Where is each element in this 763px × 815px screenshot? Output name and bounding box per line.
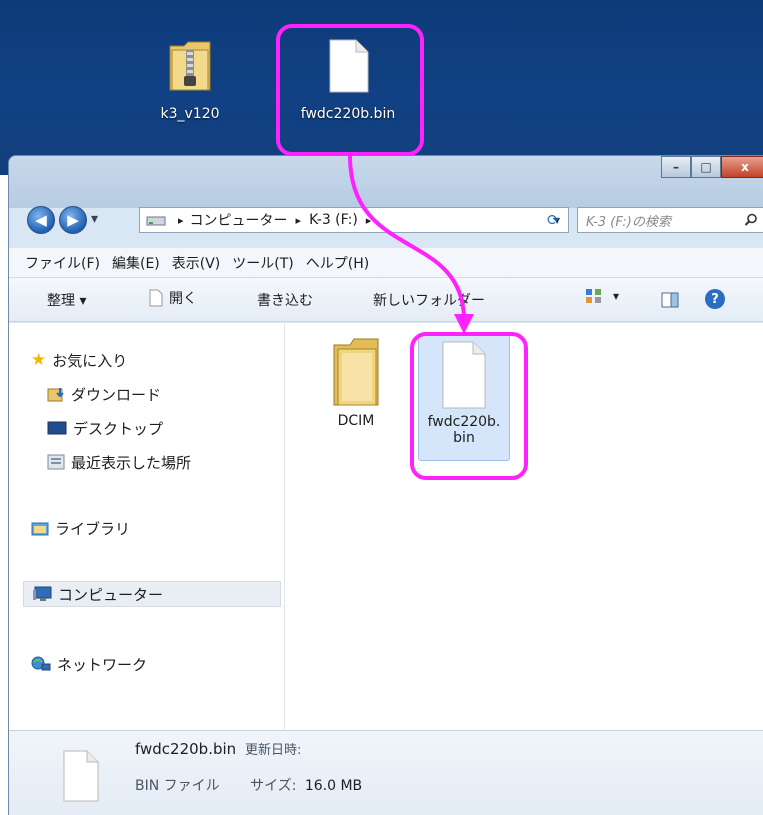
search-icon <box>744 213 757 226</box>
computer-icon <box>33 586 52 601</box>
desktop-icon <box>47 421 67 435</box>
nav-label: 最近表示した場所 <box>71 453 192 472</box>
file-icon <box>63 750 99 802</box>
breadcrumb-separator: ▸ <box>178 213 184 227</box>
details-size-label: サイズ: <box>250 778 297 794</box>
window-frame <box>9 156 763 208</box>
drive-icon <box>146 216 166 226</box>
nav-libraries[interactable]: ライブラリ <box>31 515 130 541</box>
navigation-bar: ◀ ▶ ▾ ▸ コンピューター ▸ K-3 (F:) ▸ ▾ ⟳ K-3 (F:… <box>9 202 763 238</box>
search-placeholder: K-3 (F:)の検索 <box>586 214 671 230</box>
breadcrumb-separator: ▸ <box>295 213 302 227</box>
file-item-dcim[interactable]: DCIM <box>310 333 402 443</box>
menu-edit[interactable]: 編集(E) <box>112 253 160 273</box>
explorer-window: – □ x ◀ ▶ ▾ ▸ コンピューター ▸ K-3 (F:) ▸ ▾ ⟳ K… <box>8 155 763 815</box>
maximize-button[interactable]: □ <box>691 156 721 178</box>
nav-label: ダウンロード <box>71 385 162 404</box>
menu-view[interactable]: 表示(V) <box>172 253 221 273</box>
menu-tools[interactable]: ツール(T) <box>232 253 293 273</box>
file-name-line-2: bin <box>453 430 475 446</box>
address-bar[interactable]: ▸ コンピューター ▸ K-3 (F:) ▸ ▾ <box>139 207 569 233</box>
breadcrumb-separator: ▸ <box>365 213 372 227</box>
nav-label: ライブラリ <box>55 519 131 538</box>
nav-computer[interactable]: コンピューター <box>23 581 281 607</box>
nav-favorites[interactable]: ★ お気に入り <box>31 347 127 373</box>
file-list: DCIM fwdc220b. bin <box>286 323 763 730</box>
open-button-label: 開く <box>169 291 197 307</box>
nav-label: デスクトップ <box>73 419 164 438</box>
file-icon <box>442 341 486 409</box>
breadcrumb-computer[interactable]: コンピューター <box>190 210 288 230</box>
command-bar: 整理 ▾ 開く 書き込む 新しいフォルダー ▾ ? <box>9 278 763 322</box>
nav-desktop[interactable]: デスクトップ <box>47 415 163 441</box>
nav-downloads[interactable]: ダウンロード <box>47 381 161 407</box>
nav-network[interactable]: ネットワーク <box>31 651 147 677</box>
network-icon <box>31 656 51 671</box>
open-button[interactable]: 開く <box>149 288 197 308</box>
library-icon <box>31 522 49 536</box>
nav-label: ネットワーク <box>57 655 148 674</box>
desktop-icon-k3-v120[interactable]: k3_v120 <box>120 38 260 122</box>
window-controls: – □ x <box>661 156 763 178</box>
download-folder-icon <box>47 388 64 402</box>
view-dropdown-icon: ▾ <box>613 289 620 303</box>
desktop-icon-fwdc220b-bin[interactable]: fwdc220b.bin <box>278 38 418 122</box>
close-button[interactable]: x <box>721 156 763 178</box>
breadcrumb-drive[interactable]: K-3 (F:) <box>309 212 358 228</box>
recent-places-icon <box>47 454 65 470</box>
content-area: ★ お気に入り ダウンロード デスクトップ 最近表示した場所 ライブラリ コンピ… <box>9 323 763 730</box>
file-item-fwdc220b-bin[interactable]: fwdc220b. bin <box>418 333 510 461</box>
desktop-icon-label: fwdc220b.bin <box>300 106 396 122</box>
file-icon <box>329 39 369 93</box>
nav-label: お気に入り <box>52 351 128 370</box>
burn-button[interactable]: 書き込む <box>257 290 313 310</box>
back-button[interactable]: ◀ <box>27 206 55 234</box>
open-file-icon <box>149 289 163 307</box>
desktop-icon-label: k3_v120 <box>160 106 220 122</box>
navigation-pane: ★ お気に入り ダウンロード デスクトップ 最近表示した場所 ライブラリ コンピ… <box>9 323 285 730</box>
menu-bar: ファイル(F) 編集(E) 表示(V) ツール(T) ヘルプ(H) <box>9 248 763 278</box>
file-name: DCIM <box>337 413 375 429</box>
nav-label: コンピューター <box>58 585 164 604</box>
search-input[interactable]: K-3 (F:)の検索 <box>577 207 763 233</box>
view-options-button[interactable]: ▾ <box>585 288 619 304</box>
star-icon: ★ <box>31 350 47 370</box>
history-dropdown-icon[interactable]: ▾ <box>91 211 98 227</box>
details-filename: fwdc220b.bin <box>135 740 237 758</box>
file-name-line-1: fwdc220b. <box>427 414 501 430</box>
organize-button[interactable]: 整理 ▾ <box>47 290 86 310</box>
minimize-button[interactable]: – <box>661 156 691 178</box>
nav-recent-places[interactable]: 最近表示した場所 <box>47 449 191 475</box>
view-grid-icon <box>586 289 601 303</box>
zip-folder-icon <box>169 41 211 91</box>
refresh-icon[interactable]: ⟳ <box>547 211 560 229</box>
menu-file[interactable]: ファイル(F) <box>25 253 100 273</box>
folder-icon <box>333 338 379 406</box>
details-pane: fwdc220b.bin 更新日時: BIN ファイル サイズ: 16.0 MB <box>9 730 763 815</box>
details-modified-label: 更新日時: <box>244 743 302 758</box>
desktop-background: k3_v120 fwdc220b.bin <box>0 0 763 175</box>
forward-button[interactable]: ▶ <box>59 206 87 234</box>
preview-pane-icon[interactable] <box>661 292 679 308</box>
details-file-type: BIN ファイル <box>135 778 220 794</box>
new-folder-button[interactable]: 新しいフォルダー <box>373 290 485 310</box>
details-size-value: 16.0 MB <box>304 778 363 794</box>
help-button[interactable]: ? <box>705 289 725 309</box>
menu-help[interactable]: ヘルプ(H) <box>306 253 369 273</box>
